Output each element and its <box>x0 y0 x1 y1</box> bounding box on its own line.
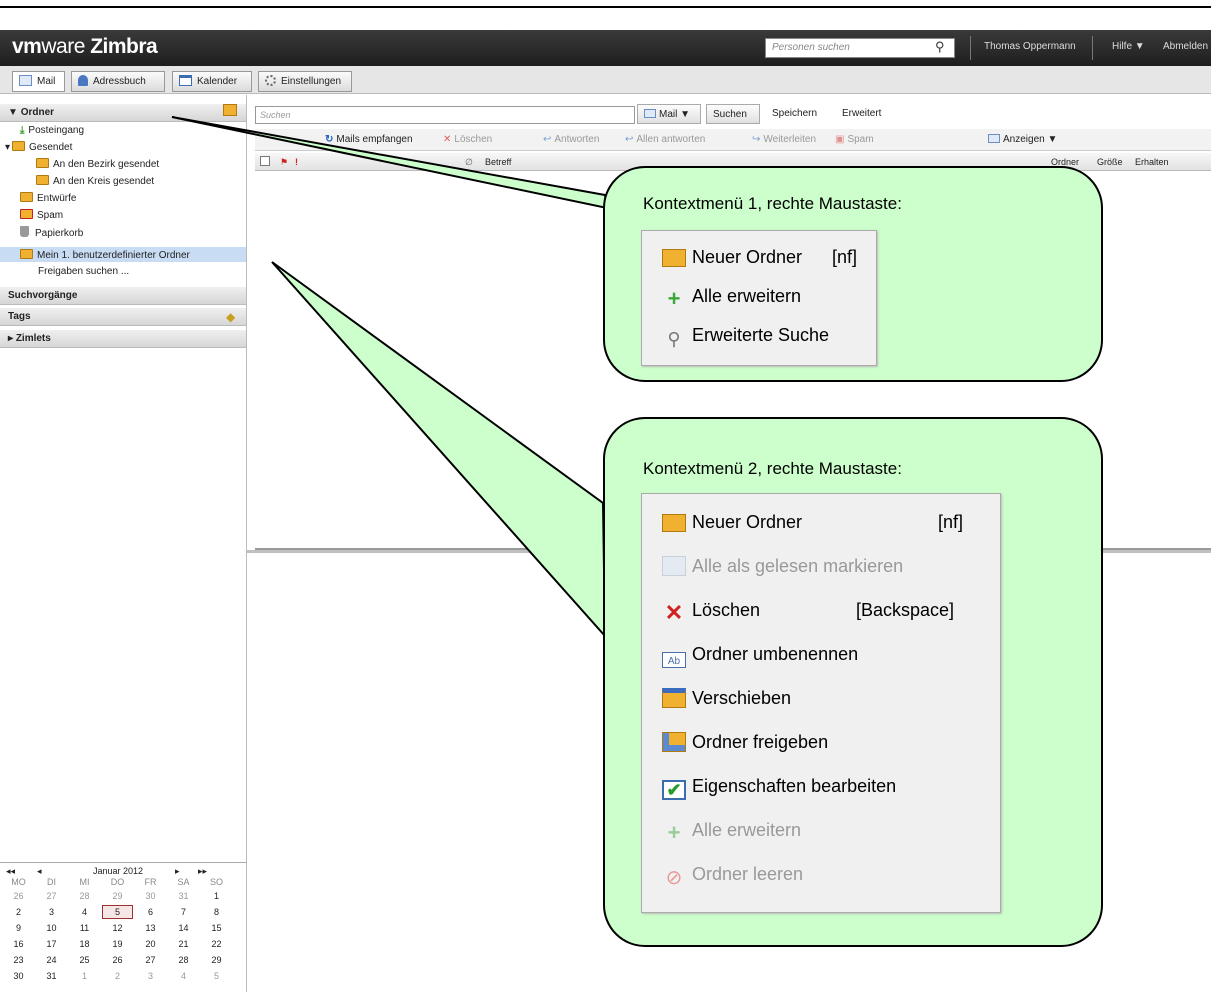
empty-folder-icon: ⊘ <box>665 867 683 889</box>
move-icon <box>662 688 686 708</box>
callout2-pointer <box>271 261 607 639</box>
mark-read-icon <box>662 556 686 576</box>
menu-expand-all[interactable]: + Alle erweitern <box>662 286 801 311</box>
menu-rename-folder[interactable]: Ab Ordner umbenennen <box>662 644 858 668</box>
new-folder-icon <box>662 249 686 267</box>
menu-expand-all[interactable]: + Alle erweitern <box>662 820 801 845</box>
menu-advanced-search[interactable]: ⚲ Erweiterte Suche <box>662 325 829 349</box>
callout1-pointer <box>171 116 609 210</box>
menu-mark-all-read[interactable]: Alle als gelesen markieren <box>662 556 903 577</box>
menu-empty-folder[interactable]: ⊘ Ordner leeren <box>662 864 803 888</box>
menu-share-folder[interactable]: Ordner freigeben <box>662 732 828 753</box>
menu-delete[interactable]: ✕ Löschen <box>662 600 760 625</box>
plus-icon: + <box>667 820 681 845</box>
context-menu-2-callout: Kontextmenü 2, rechte Maustaste: Neuer O… <box>603 417 1103 947</box>
delete-icon: ✕ <box>664 600 684 625</box>
context-menu-1: Neuer Ordner [nf] + Alle erweitern ⚲ Erwei… <box>641 230 877 366</box>
menu-move[interactable]: Verschieben <box>662 688 791 709</box>
new-folder-icon <box>662 514 686 532</box>
advanced-search-icon: ⚲ <box>667 329 681 349</box>
share-folder-icon <box>662 732 686 752</box>
properties-icon: ✔ <box>662 780 686 800</box>
menu-new-folder[interactable]: Neuer Ordner <box>662 247 802 268</box>
menu-edit-properties[interactable]: ✔ Eigenschaften bearbeiten <box>662 776 896 800</box>
menu-new-folder[interactable]: Neuer Ordner <box>662 512 802 533</box>
shortcut-backspace: [Backspace] <box>856 600 955 620</box>
callout-1-title: Kontextmenü 1, rechte Maustaste: <box>643 194 902 213</box>
context-menu-1-callout: Kontextmenü 1, rechte Maustaste: Neuer O… <box>603 166 1103 382</box>
rename-icon: Ab <box>662 652 686 668</box>
callout-2-title: Kontextmenü 2, rechte Maustaste: <box>643 459 902 478</box>
shortcut-nf: [nf] <box>938 512 964 532</box>
context-menu-2: Neuer Ordner [nf] Alle als gelesen marki… <box>641 493 1001 913</box>
plus-icon: + <box>667 286 681 311</box>
shortcut-nf: [nf] <box>832 247 858 267</box>
